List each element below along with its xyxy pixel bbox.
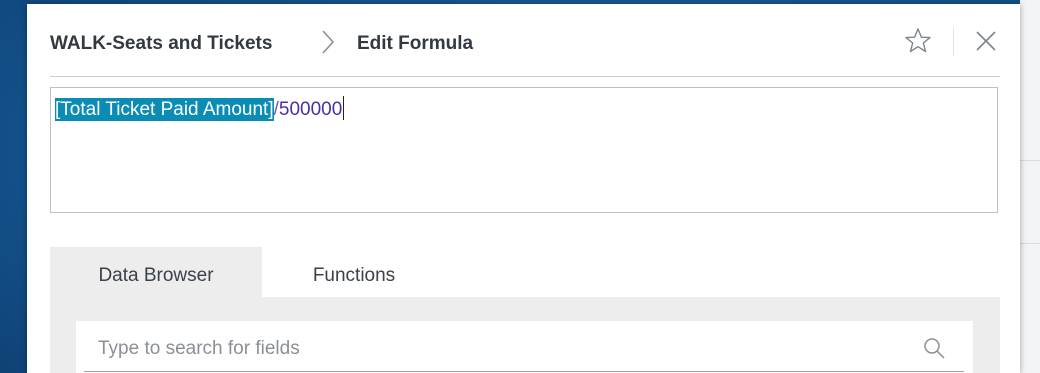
search-underline: [84, 371, 964, 372]
chevron-right-icon: [322, 30, 335, 54]
search-input[interactable]: [84, 333, 932, 365]
close-icon[interactable]: [973, 28, 999, 54]
background-divider: [1020, 243, 1040, 244]
page-title: Edit Formula: [357, 33, 474, 54]
text-caret: [343, 96, 345, 120]
formula-expression[interactable]: [Total Ticket Paid Amount]/500000: [55, 96, 345, 123]
background-page: [1020, 0, 1040, 373]
header-divider: [953, 28, 954, 56]
formula-field-token[interactable]: [Total Ticket Paid Amount]: [55, 98, 274, 121]
tab-data-browser[interactable]: Data Browser: [50, 247, 262, 297]
data-browser-panel: [50, 297, 1000, 373]
background-divider: [1020, 160, 1040, 161]
tab-functions[interactable]: Functions: [262, 247, 446, 297]
browser-tabs: Data Browser Functions: [50, 247, 1000, 373]
breadcrumb-app-name[interactable]: WALK-Seats and Tickets: [50, 33, 272, 55]
search-box: [76, 321, 973, 373]
search-icon[interactable]: [921, 335, 947, 361]
formula-editor[interactable]: [Total Ticket Paid Amount]/500000: [50, 87, 998, 213]
star-icon[interactable]: [903, 26, 933, 56]
edit-formula-dialog: WALK-Seats and Tickets Edit Formula [Tot…: [27, 4, 1020, 373]
dialog-header: WALK-Seats and Tickets Edit Formula: [50, 4, 1000, 77]
formula-number: 500000: [278, 99, 343, 120]
